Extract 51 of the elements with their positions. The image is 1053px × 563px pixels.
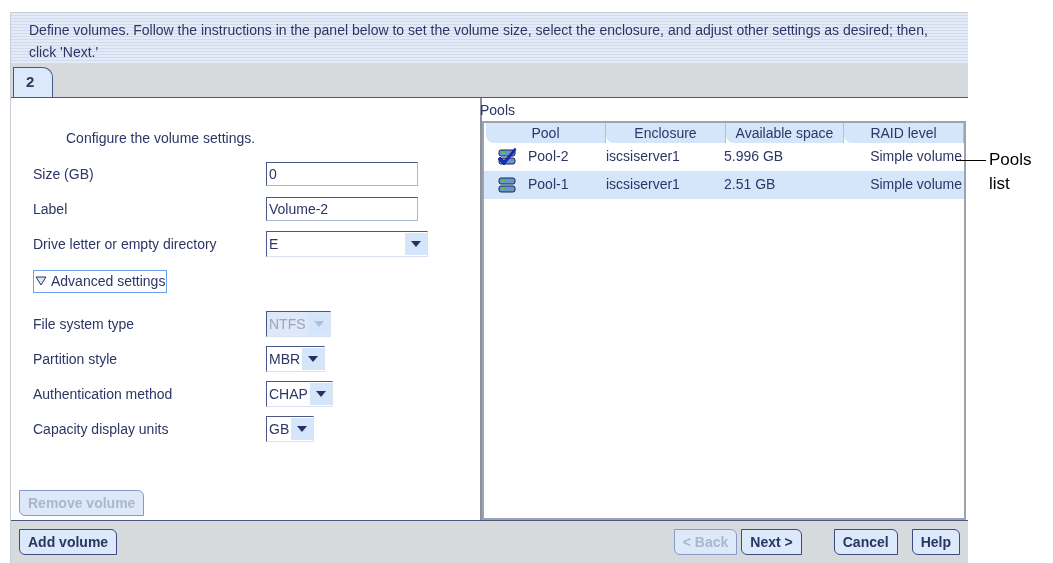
advanced-settings-toggle[interactable]: Advanced settings [33,269,168,293]
dropdown-value: E [268,234,280,254]
table-row[interactable]: Pool-1 iscsiserver1 2.51 GB Simple volume [484,170,964,199]
table-cell-text: Pool-1 [528,175,570,195]
field-label: Size (GB) [33,164,95,184]
advanced-settings-label: Advanced settings [51,271,166,291]
field-label: Authentication method [33,384,174,404]
tab[interactable]: 2 [13,66,53,97]
panel-heading: Configure the volume settings. [66,128,257,148]
column-header[interactable]: Enclosure [606,122,726,143]
text-field[interactable]: 0 [266,162,418,187]
dropdown[interactable]: MBR [266,346,326,373]
table-cell-text: Simple volume [869,175,962,195]
caret-icon [309,383,332,406]
dropdown-value: NTFS [268,314,307,334]
button[interactable]: Add volume [19,529,118,556]
button[interactable]: Help [911,529,960,556]
button[interactable]: Cancel [833,529,898,556]
leader-line [956,160,986,161]
checked-drive-icon [497,146,517,167]
caret-icon [405,233,427,256]
dropdown-value: GB [268,419,291,439]
panel-title: Pools [480,100,517,120]
button[interactable]: Next > [741,529,802,556]
dropdown[interactable]: E [266,231,428,258]
dropdown-value: MBR [268,349,302,369]
text-field[interactable]: Volume-2 [266,197,418,222]
dropdown[interactable]: CHAP [266,381,333,408]
table-cell-text: Pool-2 [528,147,570,167]
triangle-down-icon [35,276,47,287]
field-label: Drive letter or empty directory [33,234,218,254]
table-cell-text: iscsiserver1 [606,175,681,195]
column-header[interactable]: RAID level [844,122,964,143]
field-label: File system type [33,314,136,334]
caret-icon [307,313,330,336]
column-header[interactable]: Available space [726,122,844,143]
instructions-banner: Define volumes. Follow the instructions in the panel below to set the volume size, select the enclosure, and adjust other settings as desired; then, click 'Next.' [11,13,968,64]
field-label: Capacity display units [33,419,170,439]
column-header[interactable]: Pool [486,122,606,143]
dropdown[interactable]: GB [266,416,315,443]
callout-label: Pools list [989,149,1033,195]
field-label: Label [33,199,69,219]
table-cell-text: 5.996 GB [724,147,785,167]
table-cell-text: Simple volume [869,147,962,167]
caret-icon [291,418,314,441]
table-cell-text: iscsiserver1 [606,147,681,167]
table-cell-text: 2.51 GB [724,175,777,195]
drive-icon [497,174,517,195]
dropdown-value: CHAP [268,384,309,404]
field-label: Partition style [33,349,119,369]
caret-icon [302,348,325,371]
